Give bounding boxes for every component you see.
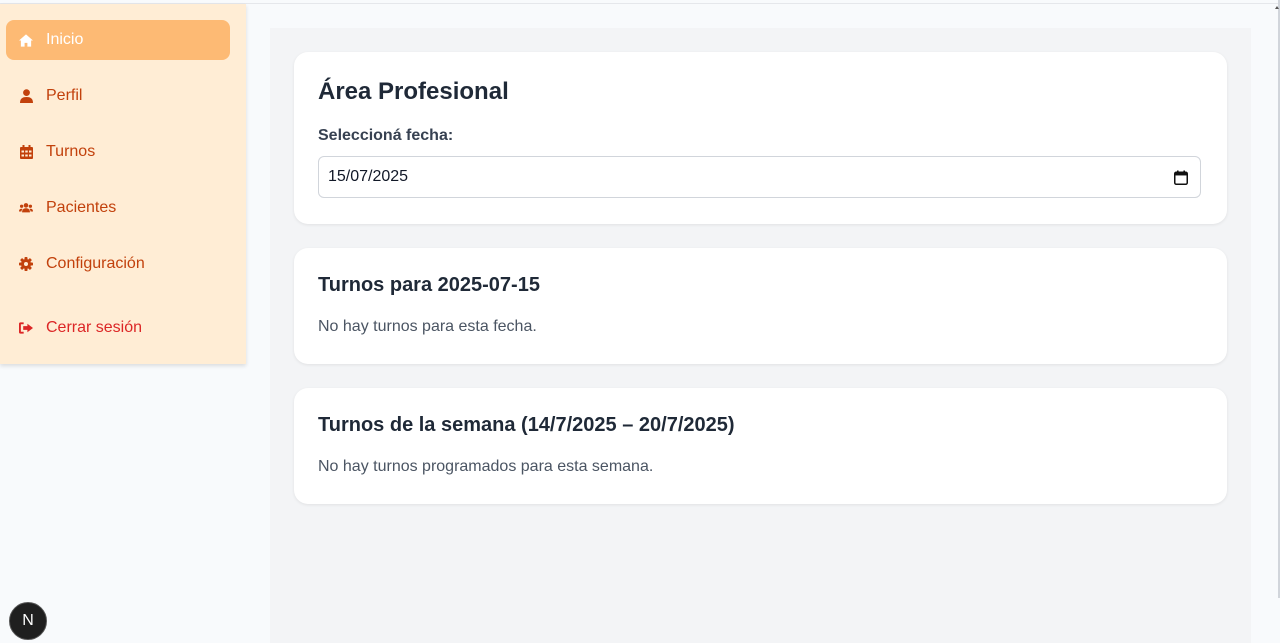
date-selection-card: Área Profesional Seleccioná fecha: 15/07…: [294, 52, 1227, 224]
nextjs-dev-badge[interactable]: N: [9, 602, 47, 640]
sidebar-item-pacientes[interactable]: Pacientes: [6, 188, 230, 228]
home-icon: [19, 33, 33, 47]
daily-appointments-title: Turnos para 2025-07-15: [318, 274, 540, 296]
sidebar-item-perfil[interactable]: Perfil: [6, 76, 230, 116]
weekly-appointments-card: Turnos de la semana (14/7/2025 – 20/7/20…: [294, 388, 1227, 504]
calendar-picker-icon[interactable]: [1174, 170, 1188, 190]
nextjs-logo-icon: N: [22, 612, 34, 629]
gear-icon: [19, 257, 33, 271]
scroll-up-icon[interactable]: [1275, 6, 1279, 9]
user-icon: [19, 89, 33, 103]
sidebar-item-label: Pacientes: [46, 199, 117, 216]
sidebar-item-label: Configuración: [46, 255, 145, 272]
page-title: Área Profesional: [318, 78, 509, 105]
sidebar: Inicio Perfil Turnos Pacientes Configura…: [0, 4, 246, 364]
sidebar-item-turnos[interactable]: Turnos: [6, 132, 230, 172]
weekly-empty-message: No hay turnos programados para esta sema…: [318, 458, 654, 475]
weekly-appointments-title: Turnos de la semana (14/7/2025 – 20/7/20…: [318, 414, 735, 436]
sidebar-item-label: Turnos: [46, 143, 96, 160]
date-input[interactable]: 15/07/2025: [318, 156, 1201, 198]
logout-button[interactable]: Cerrar sesión: [6, 308, 230, 348]
users-icon: [19, 201, 33, 215]
sign-out-icon: [19, 321, 33, 335]
date-input-value: 15/07/2025: [328, 168, 409, 185]
daily-appointments-card: Turnos para 2025-07-15 No hay turnos par…: [294, 248, 1227, 364]
sidebar-item-configuracion[interactable]: Configuración: [6, 244, 230, 284]
main-content: Área Profesional Seleccioná fecha: 15/07…: [270, 28, 1251, 643]
logout-label: Cerrar sesión: [46, 319, 143, 336]
calendar-icon: [19, 145, 33, 159]
sidebar-item-label: Perfil: [46, 87, 83, 104]
sidebar-item-inicio[interactable]: Inicio: [6, 20, 230, 60]
sidebar-item-label: Inicio: [46, 31, 84, 48]
date-field-label: Seleccioná fecha:: [318, 127, 454, 144]
daily-empty-message: No hay turnos para esta fecha.: [318, 318, 537, 335]
